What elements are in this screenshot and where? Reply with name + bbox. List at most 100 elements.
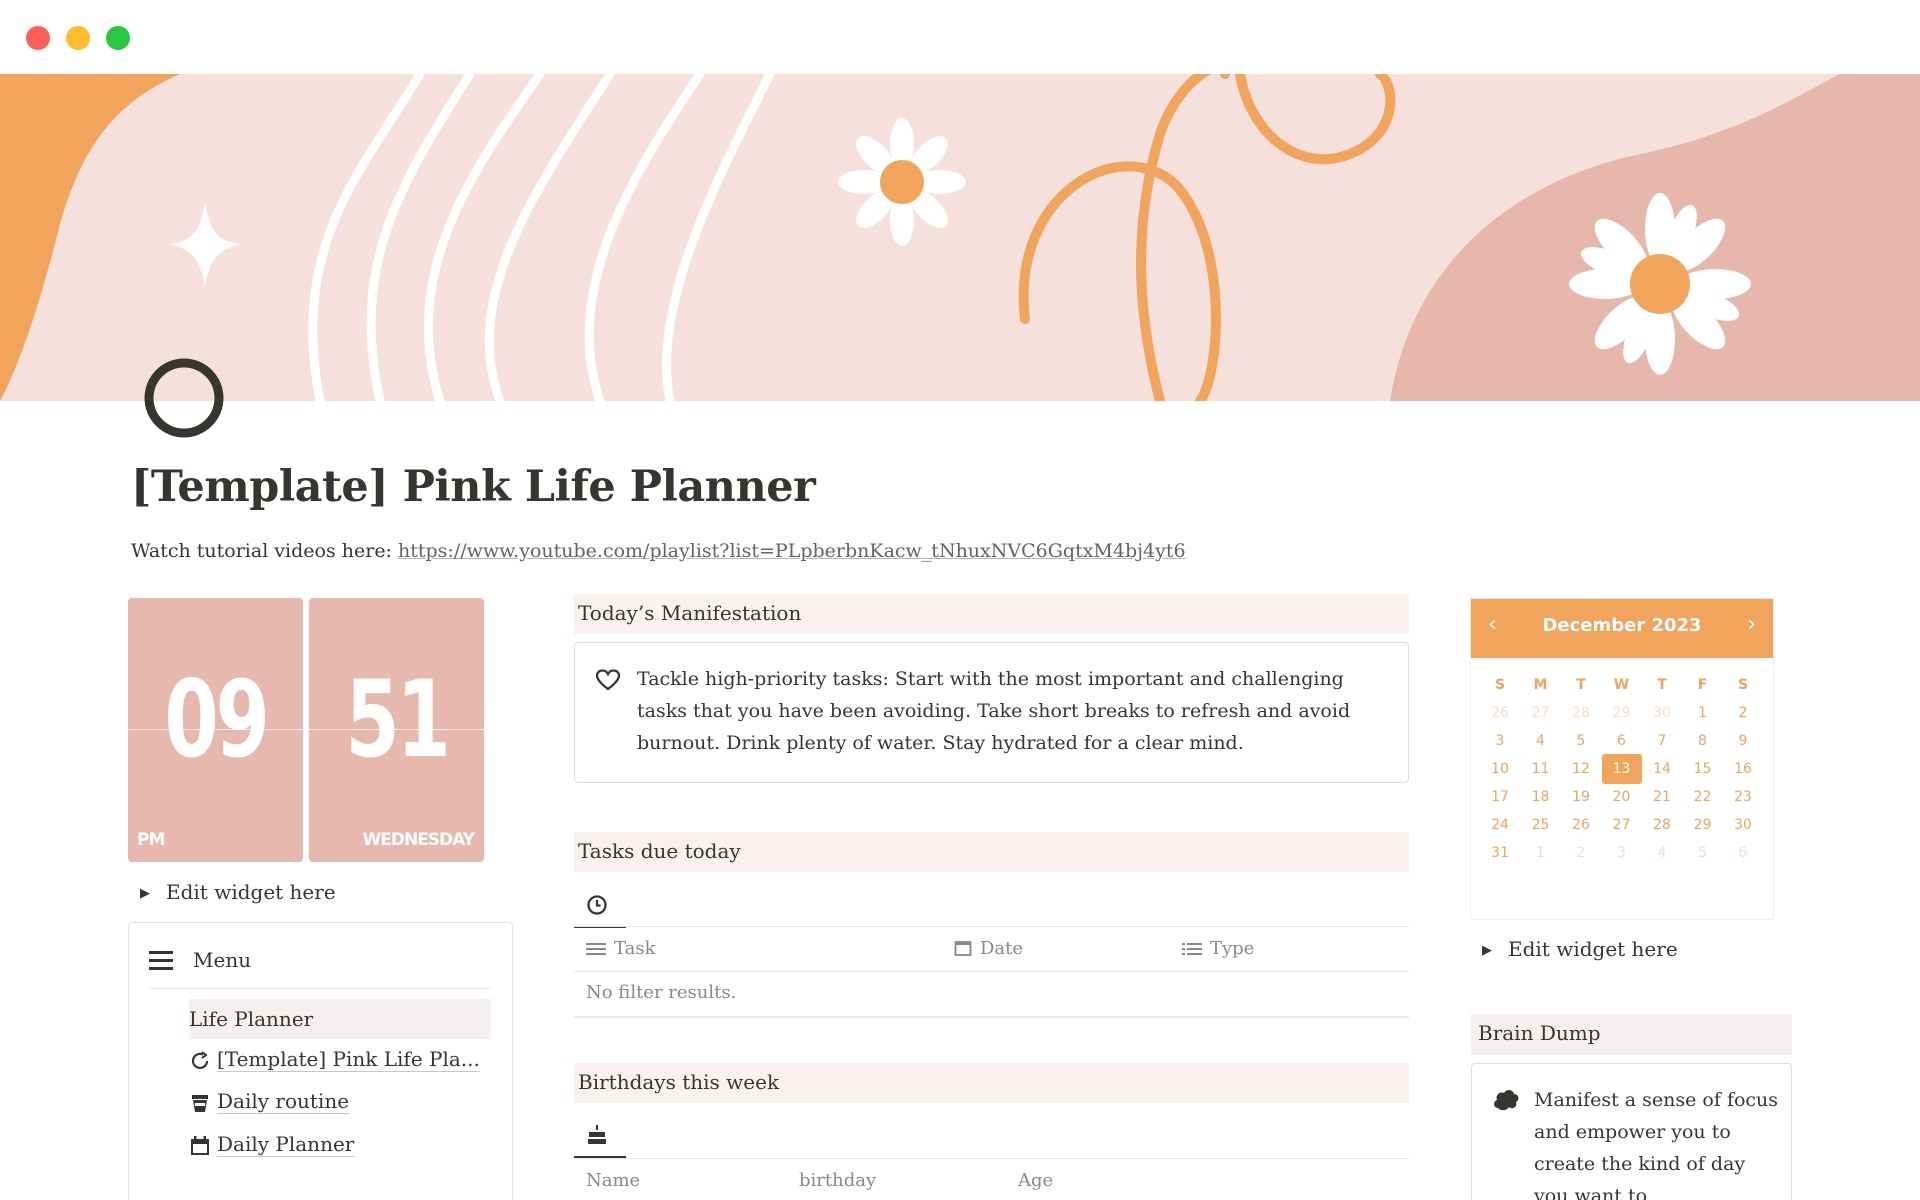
- page-title[interactable]: [Template] Pink Life Planner: [131, 462, 816, 512]
- meridiem-label: PM: [137, 830, 165, 850]
- calendar-day-cell[interactable]: 28: [1561, 698, 1601, 728]
- menu-item-label: [Template] Pink Life Pla...: [217, 1047, 480, 1072]
- calendar-day-cell[interactable]: 30: [1723, 810, 1763, 840]
- clock-icon: [587, 895, 607, 915]
- calendar-day-cell[interactable]: 29: [1683, 810, 1723, 840]
- close-window-button[interactable]: [26, 26, 50, 50]
- calendar-day-cell[interactable]: 19: [1561, 782, 1601, 812]
- calendar-day-cell[interactable]: 4: [1642, 838, 1682, 868]
- menu-item-label: Daily Planner: [217, 1132, 355, 1157]
- calendar-day-cell[interactable]: 30: [1642, 698, 1682, 728]
- calendar-day-cell[interactable]: 3: [1602, 838, 1642, 868]
- calendar-day-cell[interactable]: 9: [1723, 726, 1763, 756]
- flip-divider: [128, 729, 303, 730]
- brain-dump-heading-text: Brain Dump: [1478, 1021, 1601, 1045]
- calendar-edit-toggle[interactable]: ▶ Edit widget here: [1482, 937, 1678, 961]
- calendar-day-cell[interactable]: 14: [1642, 754, 1682, 784]
- task-column-header[interactable]: Task: [586, 938, 655, 959]
- calendar-day-cell[interactable]: 23: [1723, 782, 1763, 812]
- calendar-edit-label: Edit widget here: [1508, 937, 1678, 961]
- calendar-day-cell[interactable]: 6: [1723, 838, 1763, 868]
- manifestation-callout: Tackle high-priority tasks: Start with t…: [574, 642, 1409, 783]
- age-column-header[interactable]: Age: [1018, 1170, 1053, 1191]
- tasks-table-bottom-border: [574, 1016, 1409, 1018]
- calendar-day-cell[interactable]: 28: [1642, 810, 1682, 840]
- calendar-day-cell[interactable]: 1: [1521, 838, 1561, 868]
- calendar-day-cell[interactable]: 12: [1561, 754, 1601, 784]
- calendar-day-cell[interactable]: 17: [1480, 782, 1520, 812]
- weekday-label: WEDNESDAY: [362, 830, 475, 850]
- calendar-day-cell[interactable]: 7: [1642, 726, 1682, 756]
- tasks-view-tab[interactable]: [574, 882, 626, 928]
- date-column-header[interactable]: Date: [954, 938, 1023, 959]
- menu-item-label: Daily routine: [217, 1089, 350, 1114]
- calendar-day-cell[interactable]: 25: [1521, 810, 1561, 840]
- calendar-day-cell[interactable]: 16: [1723, 754, 1763, 784]
- page-cover-image: [0, 74, 1920, 401]
- calendar-day-cell[interactable]: 11: [1521, 754, 1561, 784]
- calendar-day-cell[interactable]: 15: [1683, 754, 1723, 784]
- calendar-day-cell[interactable]: 26: [1561, 810, 1601, 840]
- menu-item-daily-routine[interactable]: Daily routine: [189, 1089, 350, 1114]
- birthday-column-header[interactable]: birthday: [799, 1170, 876, 1191]
- calendar-day-cell[interactable]: 8: [1683, 726, 1723, 756]
- menu-header: Menu: [149, 945, 491, 989]
- calendar-header: ‹ December 2023 ›: [1470, 598, 1774, 658]
- birthdays-table-header: Name birthday Age: [574, 1158, 1409, 1200]
- menu-item-template-link[interactable]: [Template] Pink Life Pla...: [189, 1047, 480, 1072]
- tasks-heading-text: Tasks due today: [578, 839, 741, 863]
- tutorial-label: Watch tutorial videos here:: [131, 540, 392, 562]
- minute-value: 51: [345, 658, 451, 781]
- calendar-day-cell[interactable]: 21: [1642, 782, 1682, 812]
- calendar-today-cell[interactable]: 13: [1601, 754, 1642, 784]
- manifestation-heading-text: Today’s Manifestation: [578, 601, 802, 625]
- calendar-day-cell[interactable]: 6: [1602, 726, 1642, 756]
- hour-value: 09: [164, 658, 270, 781]
- calendar-day-cell[interactable]: 20: [1602, 782, 1642, 812]
- toggle-triangle-icon[interactable]: ▶: [1482, 943, 1492, 958]
- calendar-day-cell[interactable]: 4: [1521, 726, 1561, 756]
- type-column-header[interactable]: Type: [1182, 938, 1254, 959]
- name-column-header[interactable]: Name: [586, 1170, 640, 1191]
- calendar-day-cell[interactable]: 18: [1521, 782, 1561, 812]
- menu-item-daily-planner[interactable]: Daily Planner: [189, 1132, 355, 1157]
- calendar-day-cell[interactable]: 1: [1683, 698, 1723, 728]
- maximize-window-button[interactable]: [106, 26, 130, 50]
- window-titlebar: [0, 0, 1920, 74]
- minimize-window-button[interactable]: [66, 26, 90, 50]
- calendar-day-cell[interactable]: 24: [1480, 810, 1520, 840]
- calendar-day-cell[interactable]: 31: [1480, 838, 1520, 868]
- birthday-column-label: birthday: [799, 1170, 877, 1191]
- calendar-weekday-label: S: [1494, 677, 1506, 693]
- calendar-day-cell[interactable]: 29: [1602, 698, 1642, 728]
- toggle-triangle-icon[interactable]: ▶: [140, 886, 150, 901]
- calendar-day-cell[interactable]: 26: [1480, 698, 1520, 728]
- clock-edit-label: Edit widget here: [166, 880, 336, 904]
- hour-card: 09 PM: [128, 598, 303, 862]
- calendar-day-cell[interactable]: 2: [1561, 838, 1601, 868]
- tutorial-link[interactable]: https://www.youtube.com/playlist?list=PL…: [398, 540, 1186, 562]
- birthdays-view-tab[interactable]: [574, 1112, 626, 1158]
- menu-block: Menu Life Planner [Template] Pink Life P…: [128, 922, 513, 1200]
- calendar-day-cell[interactable]: 27: [1602, 810, 1642, 840]
- calendar-day-cell[interactable]: 22: [1683, 782, 1723, 812]
- clock-edit-toggle[interactable]: ▶ Edit widget here: [140, 880, 336, 904]
- calendar-day-cell[interactable]: 3: [1480, 726, 1520, 756]
- calendar-icon: [191, 1135, 209, 1155]
- calendar-weekday-label: T: [1657, 677, 1667, 693]
- calendar-day-cell[interactable]: 5: [1561, 726, 1601, 756]
- calendar-day-cell[interactable]: 2: [1723, 698, 1763, 728]
- heart-icon: [595, 669, 621, 691]
- birthdays-heading-text: Birthdays this week: [578, 1070, 780, 1094]
- flip-clock-widget: 09 PM 51 WEDNESDAY: [128, 598, 485, 862]
- calendar-day-cell[interactable]: 5: [1683, 838, 1723, 868]
- calendar-weekday-label: W: [1613, 677, 1630, 693]
- calendar-day-cell[interactable]: 27: [1521, 698, 1561, 728]
- manifestation-text: Tackle high-priority tasks: Start with t…: [637, 668, 1351, 754]
- menu-title: Menu: [193, 948, 252, 972]
- calendar-next-button[interactable]: ›: [1747, 612, 1756, 637]
- minute-card: 51 WEDNESDAY: [309, 598, 484, 862]
- page-icon-circle[interactable]: [144, 358, 224, 438]
- calendar-day-cell[interactable]: 10: [1480, 754, 1520, 784]
- brain-icon: [1494, 1090, 1519, 1111]
